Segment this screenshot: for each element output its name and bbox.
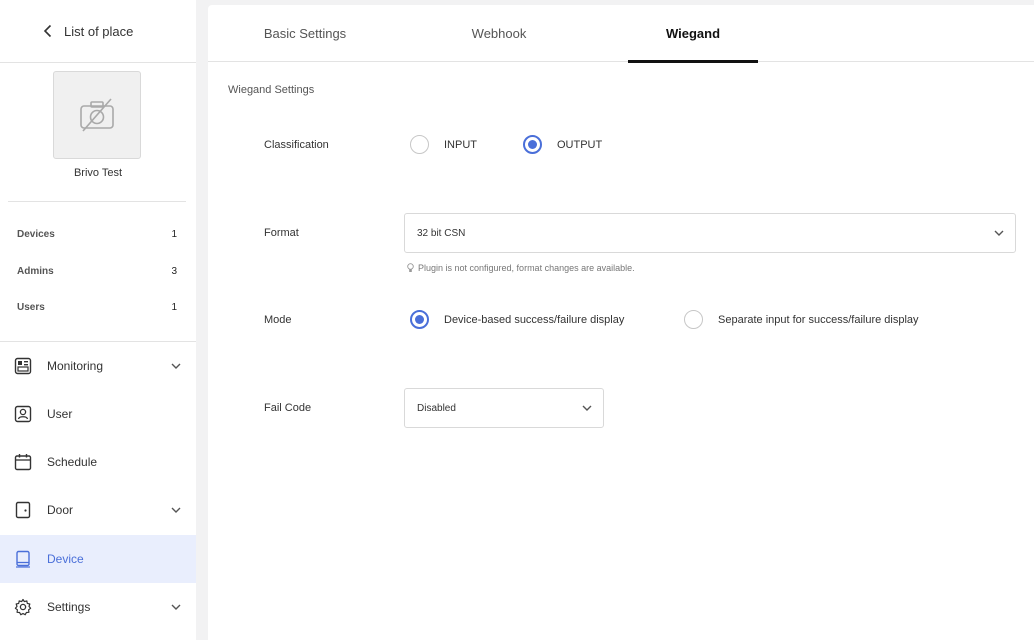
format-select[interactable]: 32 bit CSN <box>404 213 1016 253</box>
tab-wiegand[interactable]: Wiegand <box>628 5 758 63</box>
format-select-value: 32 bit CSN <box>417 227 466 239</box>
chevron-down-icon <box>171 363 181 369</box>
sidebar-divider <box>0 62 196 63</box>
mode-device-based-radio[interactable]: Device-based success/failure display <box>410 310 624 329</box>
sidebar-item-label: Device <box>47 552 84 566</box>
lightbulb-icon <box>407 263 414 272</box>
chevron-down-icon <box>171 507 181 513</box>
tab-basic-settings[interactable]: Basic Settings <box>240 5 370 62</box>
sidebar-divider <box>8 201 186 202</box>
sidebar-item-label: Schedule <box>47 455 98 469</box>
mode-label: Mode <box>264 314 292 326</box>
sidebar-item-device[interactable]: Device <box>0 535 196 583</box>
format-hint: Plugin is not configured, format changes… <box>406 263 635 273</box>
radio-circle <box>523 135 542 154</box>
format-label: Format <box>264 227 299 239</box>
stat-value: 1 <box>171 229 177 240</box>
tab-webhook[interactable]: Webhook <box>434 5 564 62</box>
device-icon <box>14 550 32 568</box>
classification-input-radio[interactable]: INPUT <box>410 135 477 154</box>
chevron-left-icon <box>43 24 52 38</box>
radio-label: OUTPUT <box>557 138 603 151</box>
back-to-list-link[interactable]: List of place <box>0 0 196 62</box>
place-avatar <box>53 71 141 159</box>
radio-circle <box>410 135 429 154</box>
stat-value: 3 <box>171 266 177 277</box>
tab-bar: Basic Settings Webhook Wiegand <box>208 5 1034 63</box>
stat-label: Users <box>17 302 45 313</box>
mode-separate-input-radio[interactable]: Separate input for success/failure displ… <box>684 310 919 329</box>
sidebar-item-label: User <box>47 407 73 421</box>
radio-circle <box>684 310 703 329</box>
fail-code-label: Fail Code <box>264 402 312 414</box>
radio-circle <box>410 310 429 329</box>
classification-label: Classification <box>264 139 329 151</box>
sidebar-item-user[interactable]: User <box>0 390 196 438</box>
sidebar-item-label: Settings <box>47 600 91 614</box>
gear-icon <box>14 598 32 616</box>
stat-admins: Admins 3 <box>17 266 177 277</box>
fail-code-select-value: Disabled <box>417 402 456 414</box>
sidebar-item-label: Door <box>47 503 74 517</box>
chevron-down-icon <box>582 405 592 411</box>
place-name: Brivo Test <box>73 167 123 179</box>
fail-code-select[interactable]: Disabled <box>404 388 604 428</box>
stat-value: 1 <box>171 302 177 313</box>
sidebar-item-settings[interactable]: Settings <box>0 583 196 631</box>
stat-devices: Devices 1 <box>17 229 177 240</box>
stat-users: Users 1 <box>17 302 177 313</box>
radio-label: Separate input for success/failure displ… <box>718 313 919 326</box>
sidebar-item-label: Monitoring <box>47 359 104 373</box>
format-hint-text: Plugin is not configured, format changes… <box>418 263 635 273</box>
back-link-label: List of place <box>64 23 134 39</box>
radio-label: INPUT <box>444 138 477 151</box>
stat-label: Devices <box>17 229 55 240</box>
sidebar-item-door[interactable]: Door <box>0 486 196 534</box>
user-icon <box>14 405 32 423</box>
sidebar-item-monitoring[interactable]: Monitoring <box>0 342 196 390</box>
sidebar: List of place Brivo Test Devices 1 Admin… <box>0 0 196 640</box>
section-title: Wiegand Settings <box>228 84 315 96</box>
no-photo-icon <box>80 98 114 132</box>
calendar-icon <box>14 453 32 471</box>
door-icon <box>14 501 32 519</box>
chevron-down-icon <box>171 604 181 610</box>
monitoring-icon <box>14 357 32 375</box>
sidebar-item-schedule[interactable]: Schedule <box>0 438 196 486</box>
stat-label: Admins <box>17 266 54 277</box>
chevron-down-icon <box>994 230 1004 236</box>
radio-label: Device-based success/failure display <box>444 313 625 326</box>
main-panel: Basic Settings Webhook Wiegand Wiegand S… <box>208 5 1034 640</box>
classification-output-radio[interactable]: OUTPUT <box>523 135 602 154</box>
